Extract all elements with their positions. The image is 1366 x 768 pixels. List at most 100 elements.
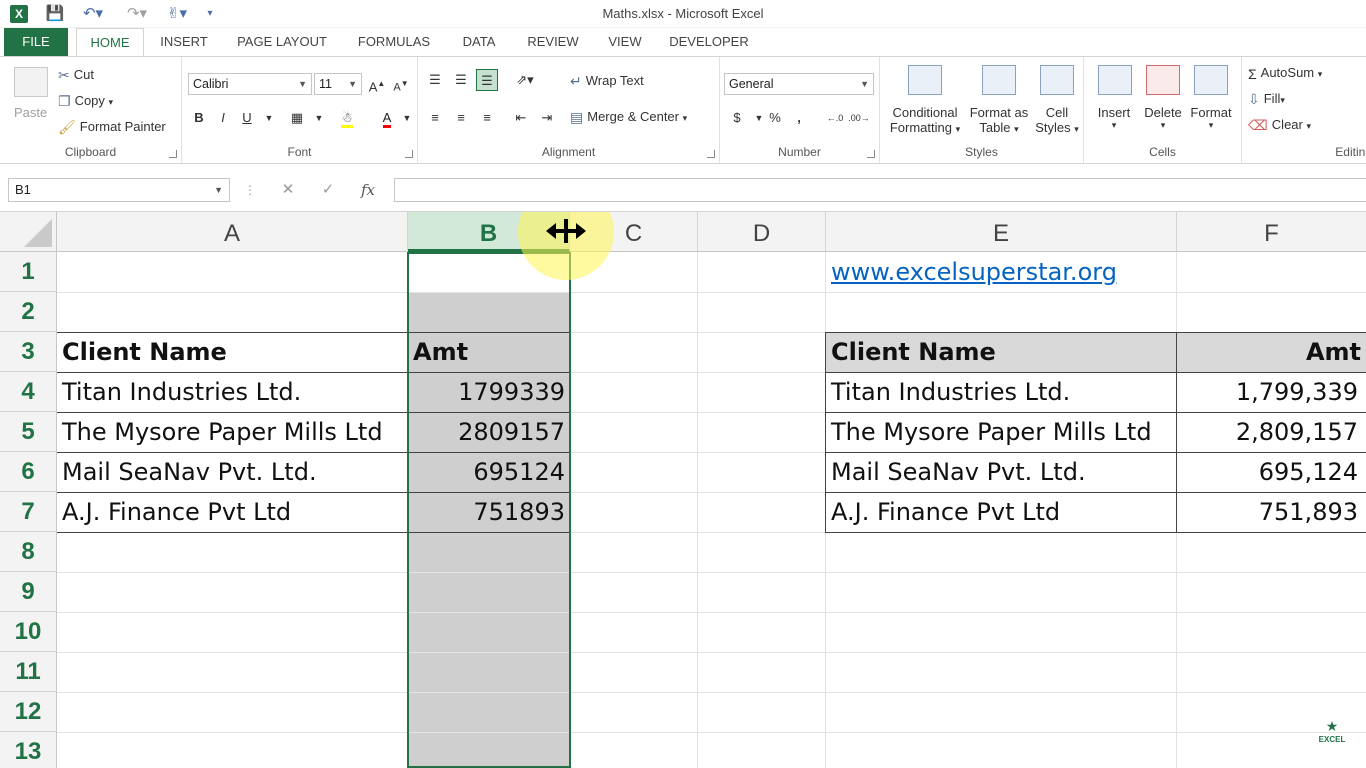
name-box[interactable]: B1 ▼	[8, 178, 230, 202]
format-painter-button[interactable]: 🖌 Format Painter	[58, 119, 166, 136]
table-header-cell[interactable]: Client Name	[57, 332, 407, 372]
tab-home[interactable]: HOME	[76, 28, 144, 57]
increase-font-icon[interactable]: A▲	[366, 73, 388, 95]
alignment-launcher-icon[interactable]	[707, 150, 715, 158]
number-format-combo[interactable]: General ▼	[724, 73, 874, 95]
more-options-icon[interactable]: ⋮	[238, 178, 262, 202]
row-header[interactable]: 7	[0, 492, 57, 532]
cut-button[interactable]: ✂ Cut	[58, 67, 94, 84]
number-launcher-icon[interactable]	[867, 150, 875, 158]
row-header[interactable]: 1	[0, 252, 57, 292]
chevron-down-icon[interactable]: ▼	[308, 107, 330, 129]
table-cell[interactable]: The Mysore Paper Mills Ltd	[826, 412, 1176, 452]
decrease-decimal-icon[interactable]: .00→	[848, 107, 870, 129]
table-header-cell[interactable]: Amt	[1177, 332, 1366, 372]
paste-button[interactable]: Paste	[14, 105, 47, 120]
row-header[interactable]: 10	[0, 612, 57, 652]
paste-icon[interactable]	[14, 67, 48, 97]
row-header[interactable]: 13	[0, 732, 57, 768]
clear-button[interactable]: ⌫ Clear ▾	[1248, 117, 1311, 134]
merge-center-button[interactable]: ▤ Merge & Center ▾	[570, 109, 687, 126]
row-header[interactable]: 11	[0, 652, 57, 692]
row-header[interactable]: 8	[0, 532, 57, 572]
conditional-formatting-button[interactable]: Conditional Formatting ▾	[888, 105, 962, 135]
decrease-indent-icon[interactable]: ⇤	[510, 107, 532, 129]
column-header-d[interactable]: D	[698, 212, 826, 252]
table-header-cell[interactable]: Client Name	[826, 332, 1176, 372]
align-middle-icon[interactable]: ☰	[450, 69, 472, 91]
align-top-icon[interactable]: ☰	[424, 69, 446, 91]
font-color-icon[interactable]: A	[376, 107, 398, 129]
align-center-icon[interactable]: ≡	[450, 107, 472, 129]
format-cells-icon[interactable]	[1194, 65, 1228, 95]
website-link[interactable]: www.excelsuperstar.org	[826, 252, 1176, 292]
formula-input[interactable]	[394, 178, 1366, 202]
table-cell[interactable]: Mail SeaNav Pvt. Ltd.	[57, 452, 407, 492]
fill-button[interactable]: ⇩ Fill▾	[1248, 91, 1285, 108]
chevron-down-icon[interactable]: ▼	[258, 107, 280, 129]
increase-decimal-icon[interactable]: ←.0	[824, 107, 846, 129]
row-header[interactable]: 12	[0, 692, 57, 732]
row-header[interactable]: 6	[0, 452, 57, 492]
delete-button[interactable]: Delete ▾	[1138, 105, 1188, 131]
table-cell[interactable]: A.J. Finance Pvt Ltd	[57, 492, 407, 532]
column-header-a[interactable]: A	[57, 212, 408, 252]
insert-function-button[interactable]: fx	[356, 178, 380, 202]
tab-review[interactable]: REVIEW	[518, 28, 588, 56]
tab-view[interactable]: VIEW	[598, 28, 652, 56]
bold-button[interactable]: B	[188, 107, 210, 129]
orientation-icon[interactable]: ⇗▾	[510, 69, 540, 91]
table-cell[interactable]: 751,893	[1177, 492, 1363, 532]
column-header-e[interactable]: E	[826, 212, 1177, 252]
tab-page-layout[interactable]: PAGE LAYOUT	[226, 28, 338, 56]
font-launcher-icon[interactable]	[405, 150, 413, 158]
italic-button[interactable]: I	[212, 107, 234, 129]
table-cell[interactable]: 1,799,339	[1177, 372, 1363, 412]
row-header[interactable]: 4	[0, 372, 57, 412]
font-name-combo[interactable]: Calibri ▼	[188, 73, 312, 95]
delete-cells-icon[interactable]	[1146, 65, 1180, 95]
decrease-font-icon[interactable]: A▼	[390, 73, 412, 95]
format-as-table-icon[interactable]	[982, 65, 1016, 95]
copy-button[interactable]: ❐ Copy ▾	[58, 93, 113, 110]
wrap-text-button[interactable]: ↵ Wrap Text	[570, 73, 644, 90]
chevron-down-icon[interactable]: ▼	[396, 107, 418, 129]
row-header[interactable]: 9	[0, 572, 57, 612]
comma-button[interactable]: ,	[788, 107, 810, 129]
tab-developer[interactable]: DEVELOPER	[662, 28, 756, 56]
fill-color-icon[interactable]: ☃	[336, 107, 358, 129]
clipboard-launcher-icon[interactable]	[169, 150, 177, 158]
table-cell[interactable]: 2,809,157	[1177, 412, 1363, 452]
column-header-f[interactable]: F	[1177, 212, 1366, 252]
tab-file[interactable]: FILE	[4, 28, 68, 56]
table-cell[interactable]: Titan Industries Ltd.	[57, 372, 407, 412]
table-cell[interactable]: 695,124	[1177, 452, 1363, 492]
conditional-formatting-icon[interactable]	[908, 65, 942, 95]
autosum-button[interactable]: Σ AutoSum ▾	[1248, 65, 1322, 82]
insert-cells-icon[interactable]	[1098, 65, 1132, 95]
format-button[interactable]: Format ▾	[1186, 105, 1236, 131]
tab-data[interactable]: DATA	[450, 28, 508, 56]
table-cell[interactable]: The Mysore Paper Mills Ltd	[57, 412, 407, 452]
currency-button[interactable]: $	[726, 107, 748, 129]
select-all-button[interactable]	[0, 212, 57, 252]
row-header[interactable]: 5	[0, 412, 57, 452]
row-header[interactable]: 2	[0, 292, 57, 332]
increase-indent-icon[interactable]: ⇥	[536, 107, 558, 129]
cell-styles-button[interactable]: Cell Styles ▾	[1030, 105, 1084, 135]
percent-button[interactable]: %	[764, 107, 786, 129]
insert-button[interactable]: Insert ▾	[1090, 105, 1138, 131]
tab-formulas[interactable]: FORMULAS	[348, 28, 440, 56]
cell-styles-icon[interactable]	[1040, 65, 1074, 95]
tab-insert[interactable]: INSERT	[152, 28, 216, 56]
table-cell[interactable]: Mail SeaNav Pvt. Ltd.	[826, 452, 1176, 492]
cancel-icon[interactable]: ✕	[276, 178, 300, 202]
format-as-table-button[interactable]: Format as Table ▾	[966, 105, 1032, 135]
align-right-icon[interactable]: ≡	[476, 107, 498, 129]
enter-icon[interactable]: ✓	[316, 178, 340, 202]
align-bottom-icon[interactable]: ☰	[476, 69, 498, 91]
borders-icon[interactable]: ▦	[286, 107, 308, 129]
row-header[interactable]: 3	[0, 332, 57, 372]
align-left-icon[interactable]: ≡	[424, 107, 446, 129]
table-cell[interactable]: A.J. Finance Pvt Ltd	[826, 492, 1176, 532]
